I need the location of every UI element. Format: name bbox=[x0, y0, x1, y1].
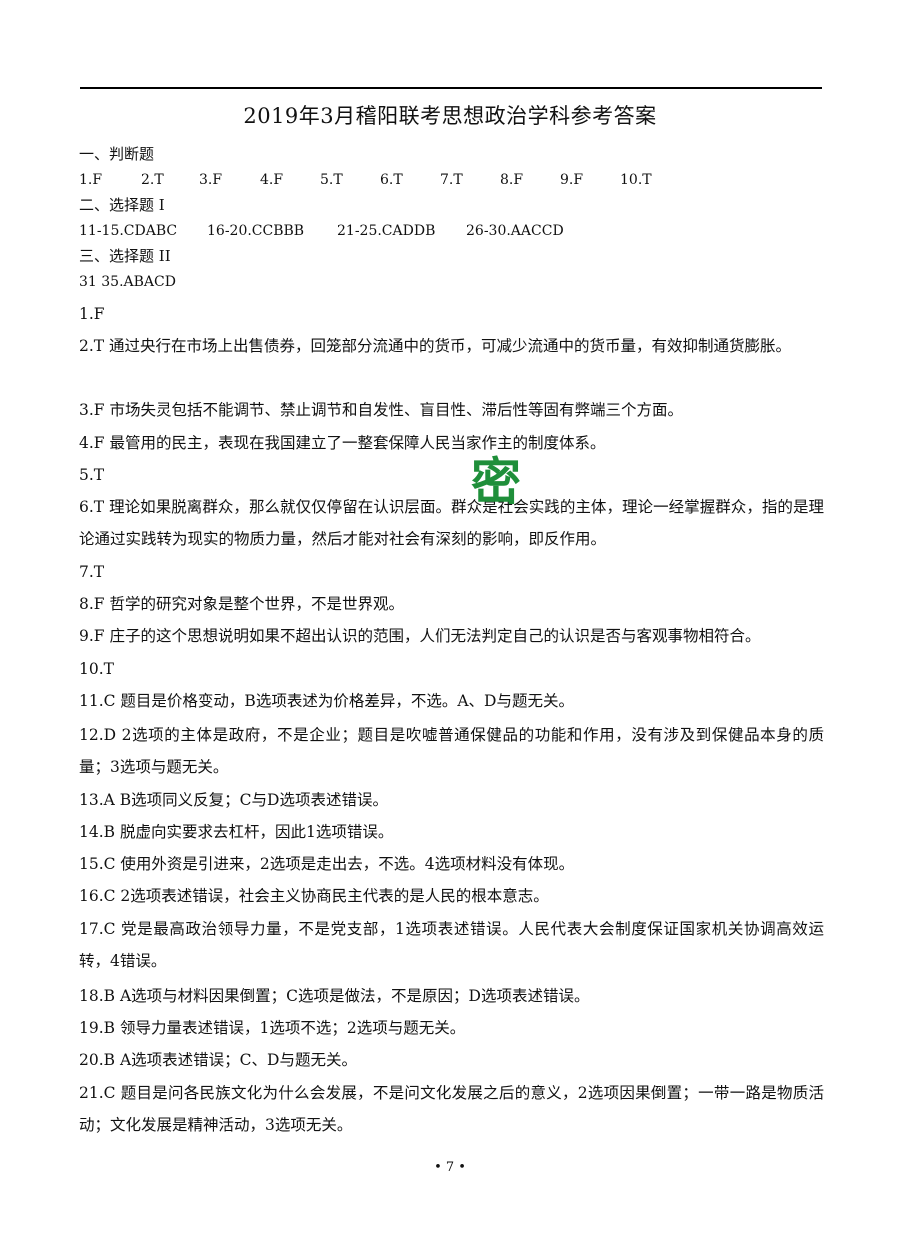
explanation-item: 19.B 领导力量表述错误，1选项不选；2选项与题无关。 bbox=[79, 1019, 466, 1037]
answer-cell: 5.T bbox=[320, 172, 343, 188]
answer-cell: 21-25.CADDB bbox=[337, 223, 436, 239]
explanation-item: 16.C 2选项表述错误，社会主义协商民主代表的是人民的根本意志。 bbox=[79, 887, 549, 905]
page-number: • 7 • bbox=[434, 1160, 466, 1175]
page-title: 2019年3月稽阳联考思想政治学科参考答案 bbox=[243, 104, 657, 128]
explanation-item: 13.A B选项同义反复；C与D选项表述错误。 bbox=[79, 791, 388, 809]
explanation-item: 8.F 哲学的研究对象是整个世界，不是世界观。 bbox=[79, 595, 404, 613]
explanation-item: 14.B 脱虚向实要求去杠杆，因此1选项错误。 bbox=[79, 823, 394, 841]
answer-cell: 4.F bbox=[260, 172, 284, 188]
answer-cell: 9.F bbox=[560, 172, 584, 188]
explanation-item: 7.T bbox=[79, 563, 105, 581]
explanation-item: 4.F 最管用的民主，表现在我国建立了一整套保障人民当家作主的制度体系。 bbox=[79, 434, 606, 452]
answer-cell: 3.F bbox=[199, 172, 223, 188]
explanation-item: 12.D 2选项的主体是政府，不是企业；题目是吹嘘普通保健品的功能和作用，没有涉… bbox=[79, 726, 824, 776]
explanation-item: 10.T bbox=[79, 660, 114, 678]
explanation-item: 17.C 党是最高政治领导力量，不是党支部，1选项表述错误。人民代表大会制度保证… bbox=[79, 920, 824, 970]
explanation-item: 3.F 市场失灵包括不能调节、禁止调节和自发性、盲目性、滞后性等固有弊端三个方面… bbox=[79, 401, 683, 419]
answer-cell: 26-30.AACCD bbox=[466, 223, 564, 239]
section-heading-choice-1: 二、选择题 I bbox=[79, 196, 165, 214]
seal-text: 密 bbox=[471, 453, 521, 505]
answer-cell: 2.T bbox=[141, 172, 164, 188]
explanation-item: 21.C 题目是问各民族文化为什么会发展，不是问文化发展之后的意义，2选项因果倒… bbox=[79, 1084, 824, 1134]
answer-cell: 6.T bbox=[380, 172, 403, 188]
explanation-item: 9.F 庄子的这个思想说明如果不超出认识的范围，人们无法判定自己的认识是否与客观… bbox=[79, 627, 761, 645]
explanation-item: 1.F bbox=[79, 305, 105, 323]
answer-cell: 7.T bbox=[440, 172, 463, 188]
explanation-item: 5.T bbox=[79, 466, 105, 484]
answer-cell: 31 35.ABACD bbox=[79, 274, 176, 290]
section-heading-true-false: 一、判断题 bbox=[79, 145, 155, 163]
answer-cell: 16-20.CCBBB bbox=[207, 223, 305, 239]
explanation-item: 20.B A选项表述错误；C、D与题无关。 bbox=[79, 1051, 357, 1069]
answer-cell: 11-15.CDABC bbox=[79, 223, 178, 239]
answer-cell: 10.T bbox=[620, 172, 652, 188]
confidential-seal-icon: 密 bbox=[471, 453, 521, 505]
explanation-item: 15.C 使用外资是引进来，2选项是走出去，不选。4选项材料没有体现。 bbox=[79, 855, 575, 873]
explanation-item: 18.B A选项与材料因果倒置；C选项是做法，不是原因；D选项表述错误。 bbox=[79, 987, 590, 1005]
section-heading-choice-2: 三、选择题 II bbox=[79, 247, 171, 265]
explanation-item: 6.T 理论如果脱离群众，那么就仅仅停留在认识层面。群众是社会实践的主体，理论一… bbox=[79, 498, 824, 548]
answer-cell: 1.F bbox=[79, 172, 103, 188]
explanation-item: 11.C 题目是价格变动，B选项表述为价格差异，不选。A、D与题无关。 bbox=[79, 692, 574, 710]
header-rule bbox=[80, 87, 822, 89]
explanation-item: 2.T 通过央行在市场上出售债券，回笼部分流通中的货币，可减少流通中的货币量，有… bbox=[79, 337, 792, 355]
answer-cell: 8.F bbox=[500, 172, 524, 188]
